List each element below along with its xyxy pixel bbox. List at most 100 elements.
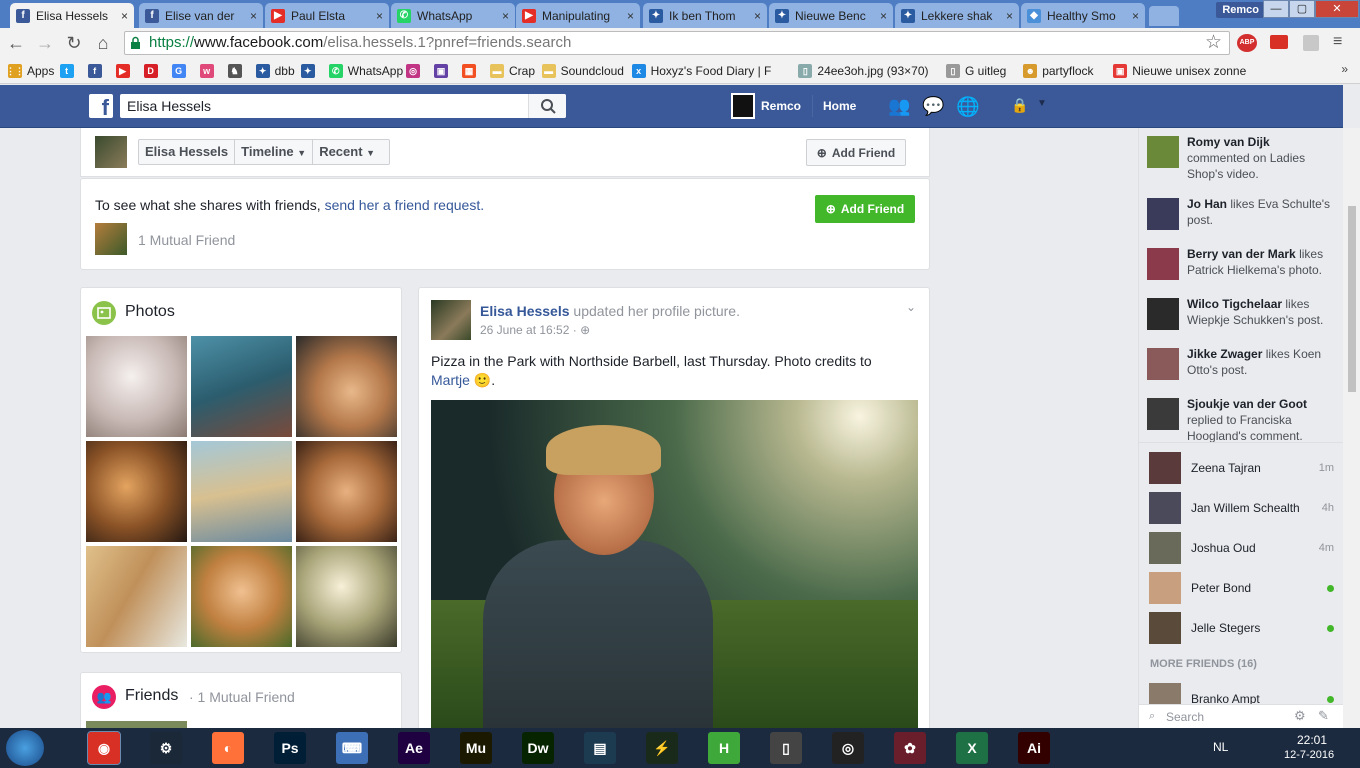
bookmark-item[interactable]: ▯ 24ee3oh.jpg (93×70) (798, 62, 928, 80)
browser-profile-badge[interactable]: Remco (1216, 2, 1265, 18)
chat-contact[interactable]: Jelle Stegers (1149, 610, 1334, 646)
photo-thumbnail[interactable] (191, 336, 292, 437)
bookmark-star-icon[interactable]: ☆ (1205, 31, 1222, 54)
taskbar-app-icon[interactable]: ⚡ (646, 732, 678, 764)
ticker-item[interactable]: Jo Han likes Eva Schulte's post. (1147, 196, 1335, 230)
user-avatar[interactable] (731, 93, 755, 119)
browser-menu-icon[interactable]: ≡ (1333, 33, 1342, 51)
address-bar[interactable]: https://www.facebook.com/elisa.hessels.1… (124, 31, 1230, 55)
privacy-lock-icon[interactable]: 🔒 (1011, 97, 1028, 114)
chat-contact[interactable]: Jan Willem Schealth 4h (1149, 490, 1334, 526)
photo-thumbnail[interactable] (86, 546, 187, 647)
tab-close-icon[interactable]: × (754, 9, 761, 23)
language-indicator[interactable]: NL (1213, 740, 1228, 754)
taskbar-app-icon[interactable]: Dw (522, 732, 554, 764)
browser-tab[interactable]: ▶ Manipulating × (516, 3, 640, 28)
taskbar-app-icon[interactable]: ◉ (87, 731, 121, 765)
post-author-link[interactable]: Elisa Hessels (480, 303, 570, 319)
tab-close-icon[interactable]: × (376, 9, 383, 23)
bookmark-item[interactable]: ✦ (300, 62, 320, 80)
taskbar-app-icon[interactable]: Ps (274, 732, 306, 764)
taskbar-app-icon[interactable]: Mu (460, 732, 492, 764)
user-name-link[interactable]: Remco (761, 99, 801, 113)
recent-tab[interactable]: Recent ▼ (313, 140, 381, 164)
add-friend-button-top[interactable]: ⊕ Add Friend (806, 139, 906, 166)
chat-search-bar[interactable]: ⌕ Search ⚙ ✎ (1139, 704, 1344, 728)
back-arrow-icon[interactable]: ← (4, 32, 28, 54)
taskbar-app-icon[interactable]: Ae (398, 732, 430, 764)
home-link[interactable]: Home (823, 99, 856, 113)
add-friend-button[interactable]: ⊕ Add Friend (815, 195, 915, 223)
browser-tab[interactable]: ✆ WhatsApp × (391, 3, 515, 28)
facebook-search-input[interactable]: Elisa Hessels (120, 94, 566, 118)
browser-tab[interactable]: ▶ Paul Elsta × (265, 3, 389, 28)
maximize-button[interactable]: ▢ (1289, 0, 1315, 18)
timeline-tab[interactable]: Timeline ▼ (235, 140, 314, 164)
send-friend-request-link[interactable]: send her a friend request. (325, 197, 485, 213)
bookmark-item[interactable]: w (199, 62, 219, 80)
photo-thumbnail[interactable] (296, 336, 397, 437)
ticker-item[interactable]: Romy van Dijk commented on Ladies Shop's… (1147, 134, 1335, 182)
ticker-item[interactable]: Jikke Zwager likes Koen Otto's post. (1147, 346, 1335, 380)
friends-title[interactable]: Friends (125, 687, 178, 705)
photo-thumbnail[interactable] (296, 441, 397, 542)
photo-thumbnail[interactable] (86, 336, 187, 437)
bookmarks-overflow-icon[interactable]: » (1341, 62, 1348, 76)
new-tab-button[interactable] (1149, 6, 1179, 26)
ticker-item[interactable]: Wilco Tigchelaar likes Wiepkje Schukken'… (1147, 296, 1335, 330)
tab-close-icon[interactable]: × (880, 9, 887, 23)
notifications-globe-icon[interactable]: 🌐 (956, 95, 980, 119)
bookmark-item[interactable]: ▯ G uitleg (946, 62, 1006, 80)
bookmark-item[interactable]: ☻ partyflock (1023, 62, 1094, 80)
tab-close-icon[interactable]: × (627, 9, 634, 23)
chat-contact[interactable]: Zeena Tajran 1m (1149, 450, 1334, 486)
taskbar-app-icon[interactable]: ⚙ (150, 732, 182, 764)
profile-name-tab[interactable]: Elisa Hessels (139, 140, 236, 164)
taskbar-app-icon[interactable]: ◎ (832, 732, 864, 764)
window-close-button[interactable]: ✕ (1315, 0, 1359, 18)
bookmark-item[interactable]: D (143, 62, 163, 80)
bookmark-item[interactable]: ⋮⋮ Apps (6, 62, 54, 80)
friends-mutual-subtitle[interactable]: · 1 Mutual Friend (189, 689, 295, 705)
bookmark-item[interactable]: t (59, 62, 79, 80)
bookmark-item[interactable]: ▬ Soundcloud (541, 62, 624, 80)
browser-tab[interactable]: f Elise van der × (139, 3, 263, 28)
photo-credit-link[interactable]: Martje (431, 372, 470, 388)
tab-close-icon[interactable]: × (1132, 9, 1139, 23)
browser-tab[interactable]: ✦ Nieuwe Benc × (769, 3, 893, 28)
photo-thumbnail[interactable] (191, 441, 292, 542)
tab-close-icon[interactable]: × (250, 9, 257, 23)
account-menu-icon[interactable]: ▼ (1037, 98, 1047, 109)
messages-icon[interactable]: 💬 (922, 96, 944, 117)
clock-date[interactable]: 12-7-2016 (1284, 749, 1334, 761)
post-timestamp[interactable]: 26 June at 16:52 · ⊕ (480, 323, 590, 337)
clock-time[interactable]: 22:01 (1297, 733, 1327, 747)
browser-tab[interactable]: ◆ Healthy Smo × (1021, 3, 1145, 28)
taskbar-app-icon[interactable]: ▤ (584, 732, 616, 764)
forward-arrow-icon[interactable]: → (33, 32, 57, 54)
photo-thumbnail[interactable] (86, 441, 187, 542)
extension-gray-icon[interactable] (1303, 35, 1319, 51)
bookmark-item[interactable]: ▣ Nieuwe unisex zonne (1113, 62, 1246, 80)
page-scrollbar[interactable] (1343, 128, 1360, 728)
photo-thumbnail[interactable] (296, 546, 397, 647)
home-icon[interactable]: ⌂ (91, 32, 115, 54)
bookmark-item[interactable]: ▬ Crap (490, 62, 535, 80)
browser-tab[interactable]: ✦ Lekkere shak × (895, 3, 1019, 28)
minimize-button[interactable]: — (1263, 0, 1289, 18)
browser-tab[interactable]: f Elisa Hessels × (10, 3, 134, 28)
bookmark-item[interactable]: ♞ (227, 62, 247, 80)
bookmark-item[interactable]: ✆ WhatsApp (328, 62, 403, 80)
taskbar-app-icon[interactable]: H (708, 732, 740, 764)
bookmark-item[interactable]: ✦ dbb (255, 62, 295, 80)
bookmark-item[interactable]: x Hoxyz's Food Diary | F (631, 62, 771, 80)
post-options-chevron-icon[interactable]: ⌄ (906, 300, 916, 314)
tab-close-icon[interactable]: × (1006, 9, 1013, 23)
bookmark-item[interactable]: ▶ (115, 62, 135, 80)
photo-thumbnail[interactable] (191, 546, 292, 647)
mutual-friend-avatar[interactable] (95, 223, 127, 255)
mutual-friend-count[interactable]: 1 Mutual Friend (138, 232, 235, 248)
tab-close-icon[interactable]: × (502, 9, 509, 23)
photos-title[interactable]: Photos (125, 303, 175, 321)
facebook-logo-icon[interactable]: f (89, 94, 113, 120)
